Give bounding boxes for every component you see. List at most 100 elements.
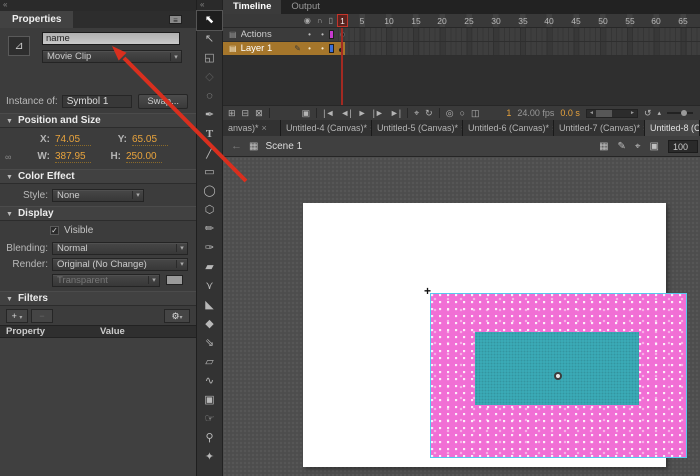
section-collapse-icon[interactable]: ▼ [6,118,13,125]
line-tool[interactable]: ╱ [197,144,222,163]
last-frame-button[interactable]: ►| [390,106,401,121]
swap-button[interactable]: Swap... [138,94,188,109]
camera-tool[interactable]: ▣ [197,391,222,410]
onion-outline-button[interactable]: ○ [460,106,465,121]
stage-canvas[interactable]: + [303,203,666,467]
playhead-marker[interactable]: 1 [337,14,348,27]
section-collapse-icon[interactable]: ▼ [6,211,13,218]
oval-tool[interactable]: ◯ [197,182,222,201]
blending-dropdown[interactable]: Normal ▾ [52,242,188,255]
x-value[interactable]: 74.05 [55,134,91,146]
zoom-out-triangle[interactable]: ▴ [657,106,661,121]
eraser-tool[interactable]: ▱ [197,353,222,372]
visible-checkbox[interactable]: ✓ [50,226,59,235]
frames-row-actions[interactable] [338,28,700,42]
selection-tool[interactable]: ⬉ [197,11,222,30]
text-tool[interactable]: T [197,125,222,144]
chevron-down-icon[interactable]: ▾ [170,53,181,61]
first-frame-button[interactable]: |◄ [323,106,334,121]
frame-rate-indicator[interactable]: 24.00 fps [517,108,554,118]
tab-output[interactable]: Output [281,0,330,14]
doc-tab-untitled3[interactable]: anvas)*× [223,120,281,136]
section-header-color-effect[interactable]: ▼Color Effect [0,169,196,184]
doc-tab-untitled6[interactable]: Untitled-6 (Canvas)*× [463,120,554,136]
w-value[interactable]: 387.95 [55,151,91,163]
layer-color-swatch[interactable] [329,44,334,53]
timeline-zoom-slider[interactable] [667,112,693,114]
tools-collapse-bar[interactable]: « [197,0,222,11]
edit-symbols-icon[interactable]: ✎ [618,141,626,152]
add-filter-button[interactable]: + ▾ [6,309,28,323]
new-layer-button[interactable]: ⊞ [228,106,236,121]
layer-row-layer1[interactable]: ▤ Layer 1 ✎ • • [223,42,338,56]
zoom-tool[interactable]: ⚲ [197,429,222,448]
style-dropdown[interactable]: None ▾ [52,189,144,202]
pencil-tool[interactable]: ✏ [197,220,222,239]
panel-menu-icon[interactable]: ≡ [169,15,182,24]
gradient-transform-tool[interactable]: ◇ [197,68,222,87]
scroll-left-arrow[interactable]: ◄ [587,110,596,116]
frames-row-layer1[interactable] [338,42,700,56]
center-stage-icon[interactable]: ⌖ [635,141,641,152]
width-tool[interactable]: ∿ [197,372,222,391]
layer-visibility-dot[interactable]: • [303,44,316,53]
paint-bucket-tool[interactable]: ◣ [197,296,222,315]
section-collapse-icon[interactable]: ▼ [6,174,13,181]
doc-tab-untitled5[interactable]: Untitled-5 (Canvas)*× [372,120,463,136]
brush-tool[interactable]: ✑ [197,239,222,258]
layer-color-swatch[interactable] [329,30,334,39]
paint-brush-tool[interactable]: ▰ [197,258,222,277]
instance-name-input[interactable] [42,32,180,45]
doc-tab-untitled7[interactable]: Untitled-7 (Canvas)*× [554,120,645,136]
layer-visibility-dot[interactable]: • [303,30,316,39]
section-header-filters[interactable]: ▼Filters [0,291,196,306]
section-header-display[interactable]: ▼Display [0,206,196,221]
edit-scene-icon[interactable]: ▦ [599,141,608,152]
tab-properties[interactable]: Properties [0,11,73,28]
teal-rectangle[interactable] [475,332,639,405]
h-value[interactable]: 250.00 [126,151,162,163]
chevron-down-icon[interactable]: ▾ [132,191,143,199]
remove-filter-button[interactable]: − [31,309,53,323]
layer-row-actions[interactable]: ▤ Actions • • [223,28,338,42]
scene-label[interactable]: Scene 1 [265,141,302,152]
bone-tool[interactable]: ⋎ [197,277,222,296]
scroll-right-arrow[interactable]: ► [628,110,637,116]
doc-tab-untitled4[interactable]: Untitled-4 (Canvas)*× [281,120,372,136]
clip-content-icon[interactable]: ▣ [650,141,659,152]
onion-skin-button[interactable]: ◎ [446,106,454,121]
scrollbar-thumb[interactable] [596,110,612,117]
new-folder-button[interactable]: ⊟ [242,106,250,121]
reset-timeline-zoom-button[interactable]: ↺ [644,106,652,121]
layer-name[interactable]: Actions [241,29,303,40]
step-forward-button[interactable]: |► [373,106,384,121]
polystar-tool[interactable]: ⬡ [197,201,222,220]
doc-tab-untitled8-active[interactable]: Untitled-8 (Canva [645,120,700,136]
tab-timeline[interactable]: Timeline [223,0,281,14]
stage-zoom-input[interactable]: 100 [668,140,698,153]
section-header-position-size[interactable]: ▼Position and Size [0,113,196,128]
play-button[interactable]: ► [358,106,367,121]
collapse-icon[interactable]: « [200,0,204,9]
link-dimensions-icon[interactable]: ∞ [5,152,11,162]
delete-layer-button[interactable]: ⊠ [255,106,263,121]
layer-lock-dot[interactable]: • [316,44,329,53]
free-transform-tool[interactable]: ◱ [197,49,222,68]
lasso-tool[interactable]: ◌ [197,87,222,106]
slider-knob[interactable] [681,110,687,116]
chevron-down-icon[interactable]: ▾ [176,244,187,252]
lock-column-icon[interactable]: ∩ [317,16,323,25]
chevron-down-icon[interactable]: ▾ [176,260,187,268]
layer-lock-dot[interactable]: • [316,30,329,39]
subselection-tool[interactable]: ↖ [197,30,222,49]
section-collapse-icon[interactable]: ▼ [6,296,13,303]
filter-options-button[interactable]: ⚙▾ [164,309,190,323]
back-arrow-icon[interactable]: ← [231,140,242,152]
collapse-icon[interactable]: « [3,0,7,9]
edit-multiple-frames-button[interactable]: ◫ [471,106,480,121]
render-dropdown[interactable]: Original (No Change) ▾ [52,258,188,271]
center-frame-button[interactable]: ⌖ [414,106,419,121]
visibility-column-icon[interactable]: ◉ [304,16,311,25]
outline-column-icon[interactable]: ▯ [329,16,333,25]
loop-button[interactable]: ↻ [425,106,433,121]
